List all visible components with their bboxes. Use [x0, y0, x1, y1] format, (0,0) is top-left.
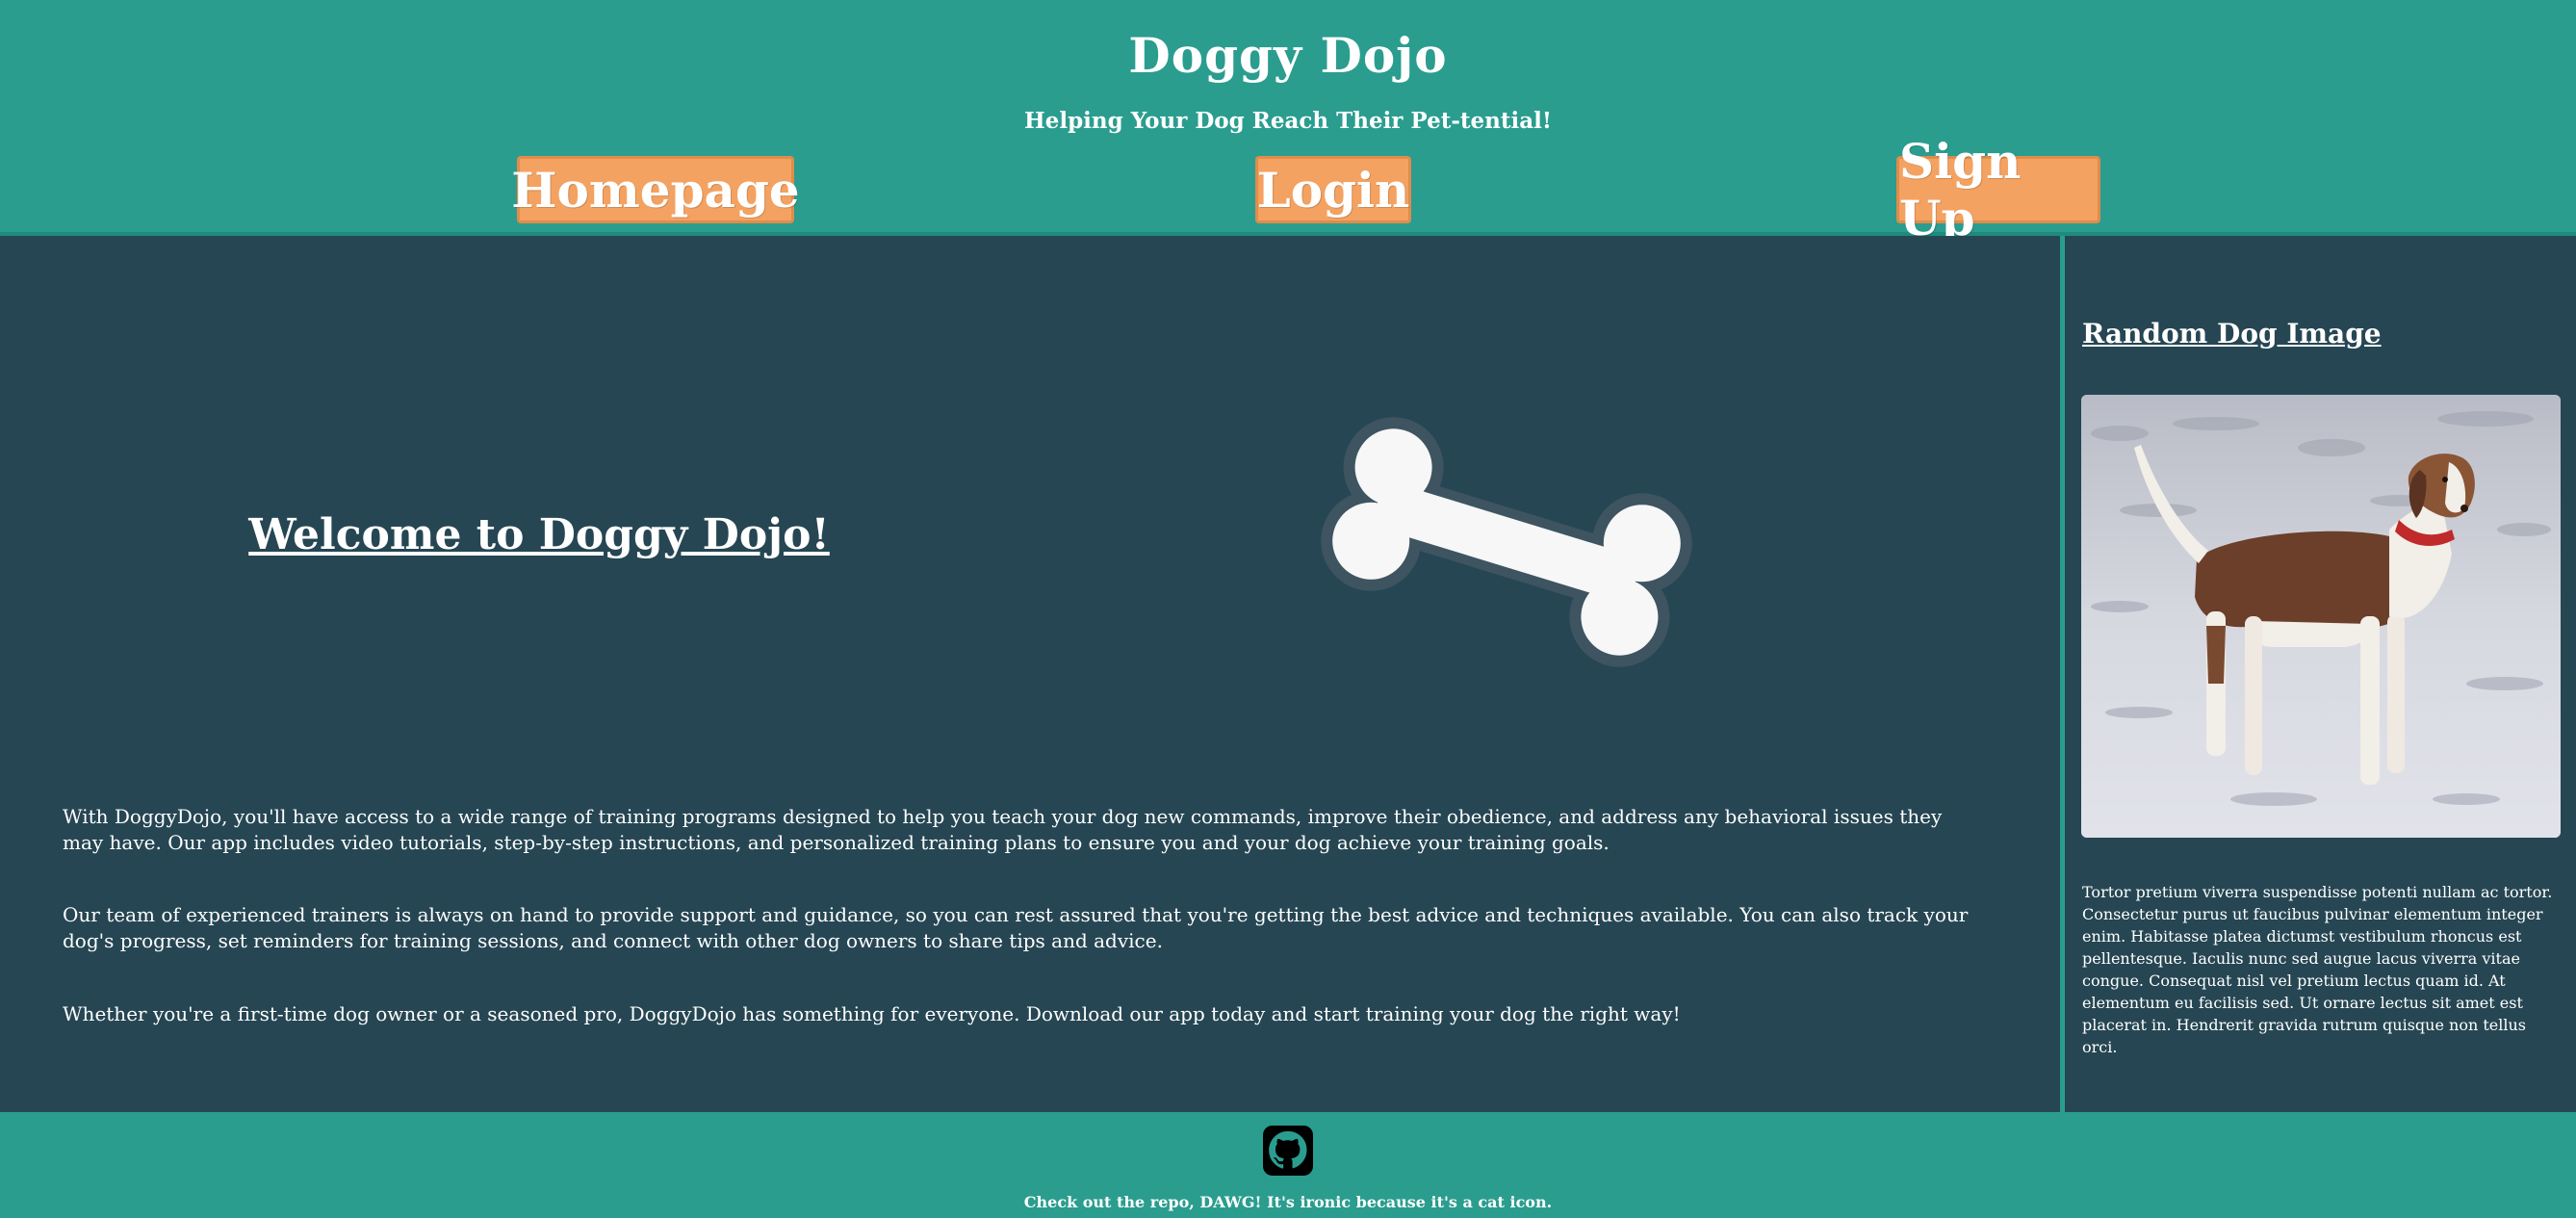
site-footer: Check out the repo, DAWG! It's ironic be… [0, 1112, 2576, 1218]
site-title: Doggy Dojo [1128, 27, 1448, 84]
cta-paragraph: Whether you're a first-time dog owner or… [63, 1002, 1681, 1025]
welcome-heading: Welcome to Doggy Dojo! [248, 510, 830, 559]
sidebar-text: Tortor pretium viverra suspendisse poten… [2082, 883, 2553, 1056]
dog-photo [2081, 395, 2561, 838]
signup-button[interactable]: Sign Up [1896, 133, 2100, 246]
trainers-paragraph: Our team of experienced trainers is alwa… [63, 903, 1969, 952]
footer-text: Check out the repo, DAWG! It's ironic be… [1023, 1193, 1553, 1211]
sidebar: Random Dog Image Tortor pretium viverra … [2065, 236, 2576, 1112]
login-button[interactable]: Login [1255, 156, 1411, 223]
site-header: Doggy Dojo Helping Your Dog Reach Their … [0, 0, 2576, 246]
intro-paragraph: With DoggyDojo, you'll have access to a … [63, 805, 1943, 854]
main-content: Welcome to Doggy Dojo! With DoggyDojo, y… [0, 236, 2060, 1112]
random-dog-image-link[interactable]: Random Dog Image [2082, 318, 2382, 350]
bone-icon [1321, 417, 1692, 667]
site-tagline: Helping Your Dog Reach Their Pet-tential… [1024, 108, 1552, 134]
homepage-button[interactable]: Homepage [511, 156, 800, 223]
github-icon[interactable] [1263, 1126, 1313, 1176]
